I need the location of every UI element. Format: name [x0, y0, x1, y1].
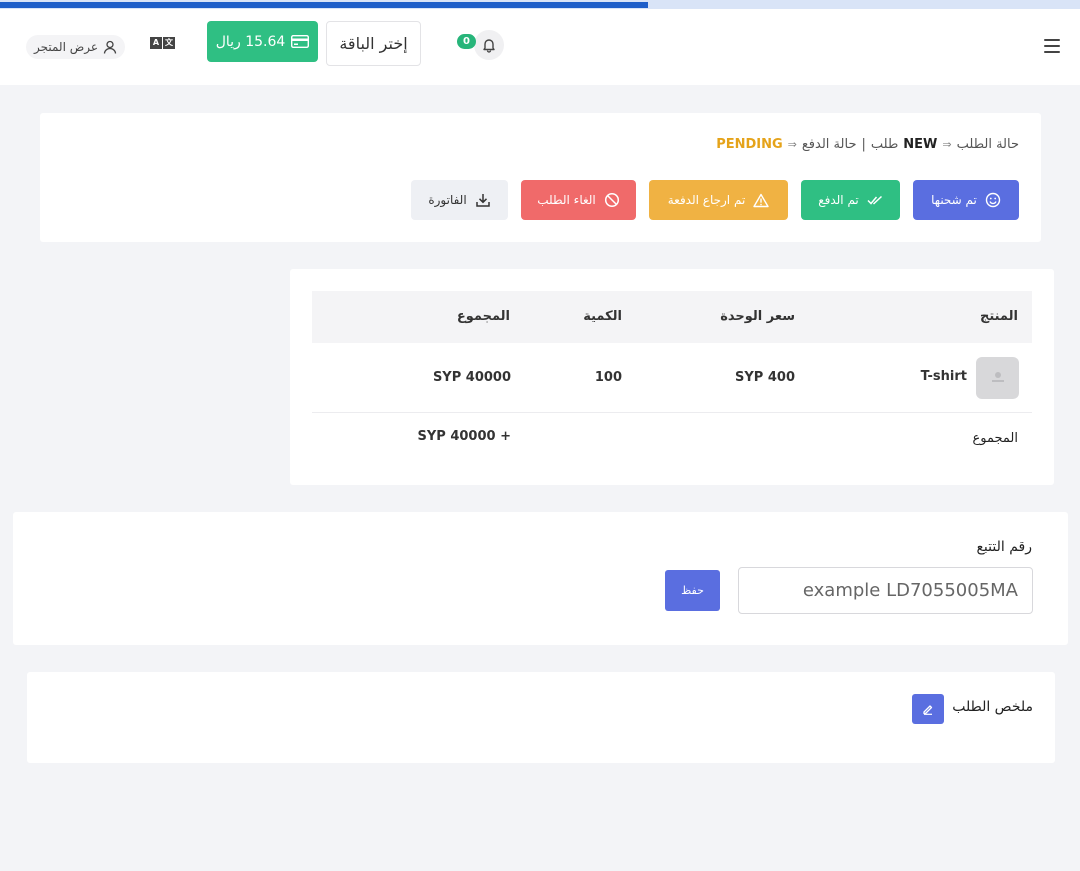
- unit-price: SYP 400: [735, 370, 795, 385]
- translate-icon-a: A: [150, 37, 162, 49]
- refund-payment-button[interactable]: تم ارجاع الدفعة: [649, 180, 788, 220]
- products-table: المنتج سعر الوحدة الكمية المجموع T-shirt…: [290, 269, 1054, 485]
- tracking-number-input[interactable]: [738, 567, 1033, 614]
- mark-paid-button[interactable]: تم الدفع: [801, 180, 900, 220]
- order-status-value: NEW: [903, 137, 938, 152]
- cancel-order-button[interactable]: الغاء الطلب: [521, 180, 636, 220]
- translate-icon-b: 文: [163, 37, 175, 49]
- top-header: 0 إختر الباقة 15.64 ريال A文 عرض المتجر: [0, 9, 1080, 85]
- double-check-icon: [867, 195, 882, 205]
- arrow-icon: ⇒: [787, 138, 797, 151]
- row-total: SYP 40000: [432, 370, 511, 385]
- order-status-line: حالة الطلب ⇒ NEW طلب | حالة الدفع ⇒ PEND…: [716, 137, 1019, 152]
- invoice-download-button[interactable]: الفاتورة: [411, 180, 508, 220]
- translate-icon[interactable]: A文: [150, 37, 175, 49]
- product-thumbnail: [976, 357, 1019, 399]
- image-placeholder-icon: [991, 372, 1004, 382]
- footer-total-label: المجموع: [972, 431, 1018, 446]
- page-progress-bar: [0, 0, 1080, 9]
- balance-amount: 15.64 ريال: [215, 33, 286, 50]
- footer-total-value: SYP 40000 +: [417, 429, 511, 444]
- balance-button[interactable]: 15.64 ريال: [207, 21, 318, 62]
- user-icon: [103, 40, 117, 54]
- order-summary-title: ملخص الطلب: [952, 699, 1033, 715]
- notifications-button[interactable]: [474, 30, 504, 60]
- mark-paid-label: تم الدفع: [818, 193, 859, 207]
- product-name: T-shirt: [920, 369, 967, 384]
- quantity: 100: [594, 370, 622, 385]
- view-store-label: عرض المتجر: [34, 40, 99, 54]
- column-header-product: المنتج: [979, 309, 1018, 324]
- pencil-icon: [923, 705, 933, 715]
- tracking-card: رقم التتبع حفظ: [13, 512, 1068, 645]
- invoice-label: الفاتورة: [428, 193, 467, 207]
- refund-payment-label: تم ارجاع الدفعة: [667, 193, 746, 207]
- notification-count-badge: 0: [457, 34, 476, 49]
- download-icon: [475, 194, 490, 207]
- order-label: طلب: [870, 137, 899, 152]
- smile-icon: [985, 192, 1001, 208]
- column-header-quantity: الكمية: [583, 309, 622, 324]
- column-header-total: المجموع: [456, 309, 510, 324]
- status-separator: |: [861, 137, 866, 152]
- tracking-label: رقم التتبع: [976, 539, 1032, 555]
- order-status-label: حالة الطلب: [956, 137, 1019, 152]
- page-progress-fill: [0, 2, 648, 8]
- table-header: المنتج سعر الوحدة الكمية المجموع: [312, 291, 1032, 343]
- ban-icon: [604, 192, 619, 208]
- payment-status-label: حالة الدفع: [801, 137, 857, 152]
- save-tracking-button[interactable]: حفظ: [665, 570, 720, 611]
- edit-summary-button[interactable]: [912, 694, 944, 724]
- row-divider: [312, 412, 1032, 413]
- menu-icon[interactable]: [1044, 39, 1060, 53]
- cancel-order-label: الغاء الطلب: [537, 193, 596, 207]
- payment-status-value: PENDING: [716, 137, 783, 152]
- bell-icon: [483, 39, 495, 53]
- order-summary-card: ملخص الطلب: [27, 672, 1055, 763]
- choose-package-button[interactable]: إختر الباقة: [326, 21, 421, 66]
- view-store-link[interactable]: عرض المتجر: [26, 35, 126, 59]
- mark-shipped-button[interactable]: تم شحنها: [913, 180, 1019, 220]
- order-status-card: حالة الطلب ⇒ NEW طلب | حالة الدفع ⇒ PEND…: [40, 113, 1041, 242]
- warning-icon: [753, 193, 769, 207]
- credit-card-icon: [291, 35, 310, 48]
- mark-shipped-label: تم شحنها: [931, 193, 977, 207]
- column-header-unit-price: سعر الوحدة: [720, 309, 795, 324]
- arrow-icon: ⇒: [942, 138, 952, 151]
